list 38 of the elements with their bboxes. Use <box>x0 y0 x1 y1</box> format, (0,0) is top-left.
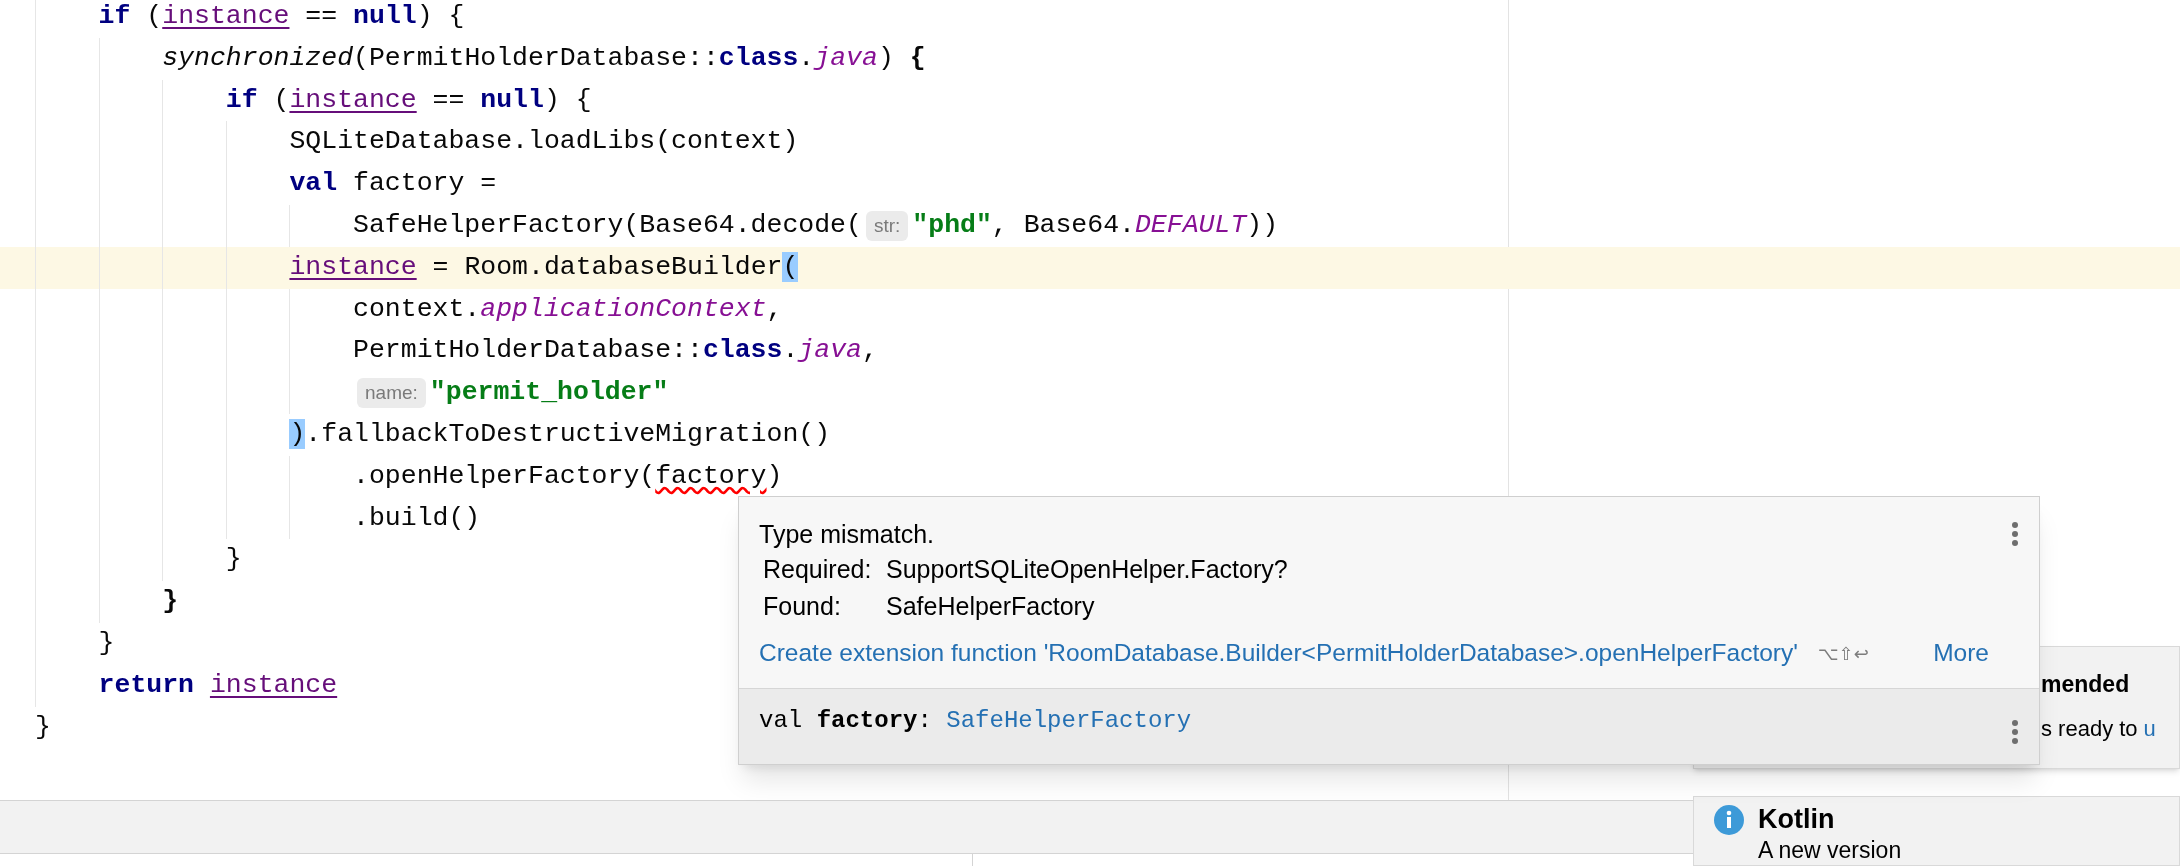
row-value: SafeHelperFactory <box>886 591 1095 622</box>
code-text: "permit_holder" <box>429 376 669 410</box>
code-text: } <box>98 626 115 660</box>
code-text: .openHelperFactory(factory) <box>353 459 783 493</box>
code-text: } <box>225 543 242 577</box>
code-text: "phd", Base64.DEFAULT)) <box>912 209 1279 242</box>
code-text: PermitHolderDatabase::class.java, <box>353 334 878 368</box>
quick-fix-link[interactable]: Create extension function 'RoomDatabase.Builder<PermitHolderDatabase>.openHelperFactory' <box>759 635 1798 672</box>
inlay-hint: str: <box>865 210 909 242</box>
keyboard-shortcut: ⌥⇧↩ <box>1817 641 1869 666</box>
code-text: SQLiteDatabase.loadLibs(context) <box>289 125 799 159</box>
code-text: SafeHelperFactory(Base64.decode( <box>353 209 862 242</box>
more-options-icon[interactable] <box>2011 521 2019 547</box>
row-value: SupportSQLiteOpenHelper.Factory? <box>886 554 1288 585</box>
info-icon <box>1714 805 1744 835</box>
code-text: synchronized(PermitHolderDatabase::class.java) { <box>162 41 926 75</box>
popup-title: Type mismatch. <box>759 519 936 550</box>
code-text: .build() <box>353 501 481 535</box>
notification-title: mended <box>2041 670 2131 699</box>
notification-text: A new version <box>1758 837 1902 864</box>
more-options-icon[interactable] <box>2011 719 2019 745</box>
inlay-hint: name: <box>357 377 426 409</box>
code-text: return instance <box>98 668 338 702</box>
code-text: } <box>162 585 179 619</box>
row-label: Found: <box>763 591 842 622</box>
code-text: } <box>35 710 51 744</box>
notification-text: s ready to <box>2041 714 2138 743</box>
notification-title: Kotlin <box>1758 803 1836 835</box>
row-label: Required: <box>763 554 873 585</box>
code-text: ).fallbackToDestructiveMigration() <box>289 417 831 451</box>
code-text: if (instance == null) { <box>98 0 465 33</box>
declaration-text: val factory: SafeHelperFactory <box>759 706 1193 736</box>
code-text: if (instance == null) { <box>225 83 592 117</box>
code-text: instance = Room.databaseBuilder( <box>289 250 799 284</box>
notification-link[interactable]: u <box>2143 711 2156 745</box>
more-link[interactable]: More <box>1933 635 1989 672</box>
code-text: context.applicationContext, <box>353 292 783 326</box>
code-text: val factory = <box>289 167 497 201</box>
